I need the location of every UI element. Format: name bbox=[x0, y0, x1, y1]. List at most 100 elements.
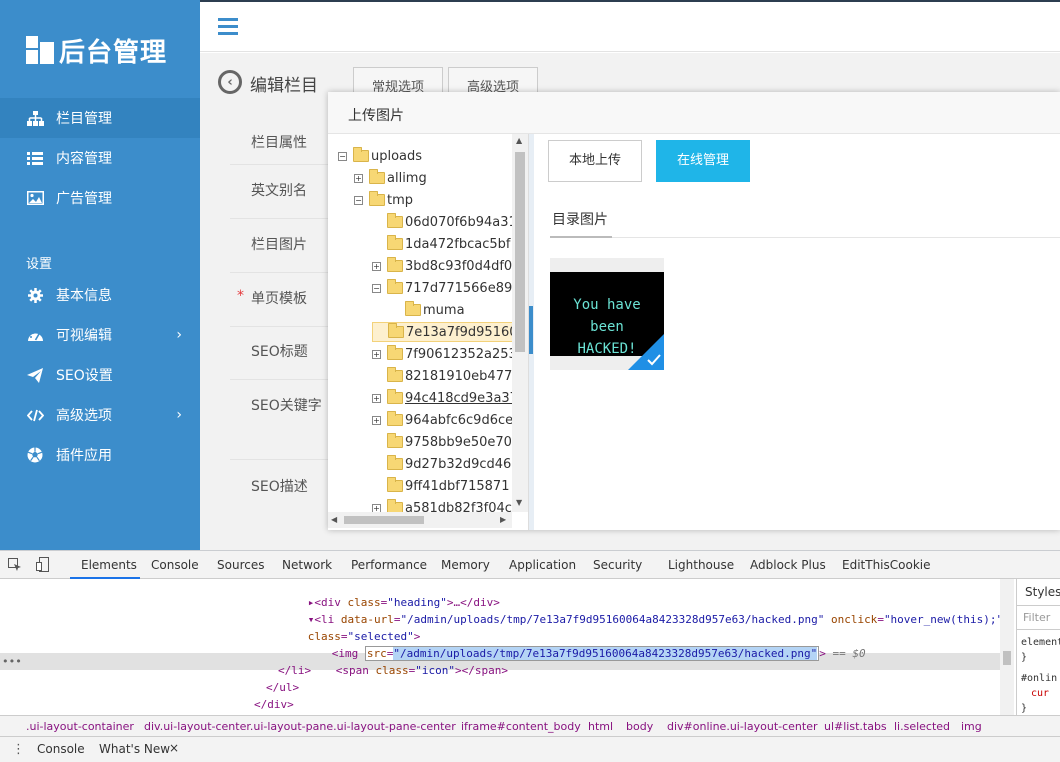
directory-images-heading: 目录图片 bbox=[552, 212, 608, 228]
breadcrumb-item[interactable]: .ui-layout-container bbox=[26, 720, 134, 733]
expand-icon[interactable]: + bbox=[372, 415, 381, 425]
sidebar-item-ad-management[interactable]: 广告管理 bbox=[0, 178, 200, 218]
expand-icon[interactable]: + bbox=[372, 261, 381, 271]
breadcrumb-item[interactable]: img bbox=[961, 720, 982, 733]
tab-whats-new[interactable]: What's New bbox=[99, 742, 170, 756]
collapse-icon[interactable]: − bbox=[372, 283, 381, 293]
scroll-right-icon[interactable]: ▶ bbox=[500, 515, 506, 524]
devtools-tab-sources[interactable]: Sources bbox=[217, 558, 264, 572]
sidebar-item-column-management[interactable]: 栏目管理 bbox=[0, 98, 200, 138]
sidebar-item-plugins[interactable]: 插件应用 bbox=[0, 435, 200, 475]
tree-node-label: 94c418cd9e3a37 bbox=[405, 390, 518, 406]
devtools-tab-lighthouse[interactable]: Lighthouse bbox=[668, 558, 734, 572]
image-icon bbox=[26, 190, 44, 206]
devtools-tab-console[interactable]: Console bbox=[151, 558, 199, 572]
expand-icon[interactable]: + bbox=[372, 393, 381, 403]
devtools-tab-adblock-plus[interactable]: Adblock Plus bbox=[750, 558, 826, 572]
breadcrumb-item[interactable]: body bbox=[626, 720, 653, 733]
local-upload-button[interactable]: 本地上传 bbox=[548, 140, 642, 182]
folder-icon bbox=[405, 301, 421, 316]
devtools-tab-network[interactable]: Network bbox=[282, 558, 332, 572]
back-arrow-icon[interactable]: ‹ bbox=[218, 70, 242, 94]
scrollbar-thumb[interactable] bbox=[344, 516, 424, 524]
tree-node[interactable]: +964abfc6c9d6ce bbox=[372, 410, 513, 430]
upload-image-modal: 上传图片 − uploads + allimg − tmp 06d070f6b94a31… bbox=[328, 92, 1060, 530]
sidebar-item-label: 栏目管理 bbox=[56, 111, 112, 127]
tree-node[interactable]: 06d070f6b94a31 bbox=[372, 212, 517, 232]
drawer-tabbar: ⋮ Console What's New × bbox=[0, 737, 1060, 762]
scrollbar-thumb[interactable] bbox=[515, 152, 525, 352]
scroll-left-icon[interactable]: ◀ bbox=[331, 515, 337, 524]
breadcrumb-item[interactable]: div.ui-layout-center.ui-layout-pane.ui-l… bbox=[144, 720, 456, 733]
elements-scrollbar[interactable] bbox=[1000, 579, 1014, 715]
sidebar: 后台管理 栏目管理 内容管理 广告管理 设置 基本信息 可视编辑 › SEO设置… bbox=[0, 0, 200, 550]
collapse-icon[interactable]: − bbox=[338, 151, 347, 161]
label-single-page-template: * 单页模板 bbox=[237, 288, 307, 307]
expand-icon[interactable]: + bbox=[354, 173, 363, 183]
sidebar-item-content-management[interactable]: 内容管理 bbox=[0, 138, 200, 178]
inspect-element-icon[interactable] bbox=[8, 558, 22, 572]
styles-filter-input[interactable]: Filter bbox=[1023, 611, 1050, 624]
dom-breadcrumb: .ui-layout-container div.ui-layout-center… bbox=[0, 715, 1060, 737]
tree-node[interactable]: + allimg bbox=[354, 168, 427, 188]
scroll-down-icon[interactable]: ▼ bbox=[516, 498, 522, 507]
sidebar-item-visual-edit[interactable]: 可视编辑 › bbox=[0, 315, 200, 355]
tree-node[interactable]: +7f90612352a253 bbox=[372, 344, 517, 364]
tree-node-label: 3bd8c93f0d4df0 bbox=[405, 258, 513, 274]
tree-node[interactable]: − 717d771566e89 bbox=[372, 278, 512, 298]
devtools-tab-performance[interactable]: Performance bbox=[351, 558, 427, 572]
online-manage-button[interactable]: 在线管理 bbox=[656, 140, 750, 182]
drawer-menu-icon[interactable]: ⋮ bbox=[12, 742, 25, 757]
breadcrumb-item[interactable]: ul#list.tabs bbox=[824, 720, 887, 733]
tree-node[interactable]: 1da472fbcac5bf bbox=[372, 234, 511, 254]
more-icon[interactable]: ••• bbox=[2, 653, 22, 670]
code-line[interactable]: <span class="icon"></span> bbox=[296, 645, 508, 696]
devtools-tab-security[interactable]: Security bbox=[593, 558, 642, 572]
code-line[interactable]: </li> bbox=[278, 662, 311, 679]
devtools-tab-elements[interactable]: Elements bbox=[81, 558, 137, 572]
divider bbox=[550, 237, 1060, 238]
tree-node[interactable]: +94c418cd9e3a37 bbox=[372, 388, 518, 408]
sidebar-item-basic-info[interactable]: 基本信息 bbox=[0, 275, 200, 315]
folder-icon bbox=[387, 213, 403, 228]
scroll-up-icon[interactable]: ▲ bbox=[516, 136, 522, 145]
breadcrumb-item[interactable]: iframe#content_body bbox=[461, 720, 581, 733]
tree-node-uploads[interactable]: − uploads bbox=[338, 146, 422, 166]
tree-node[interactable]: − tmp bbox=[354, 190, 413, 210]
devtools-tab-application[interactable]: Application bbox=[509, 558, 576, 572]
code-line[interactable]: </ul> bbox=[266, 679, 299, 696]
tree-node[interactable]: 82181910eb477 bbox=[372, 366, 512, 386]
code-line[interactable]: </div> bbox=[254, 696, 294, 713]
collapse-icon[interactable]: − bbox=[354, 195, 363, 205]
sidebar-item-seo-settings[interactable]: SEO设置 bbox=[0, 355, 200, 395]
tab-styles[interactable]: Styles bbox=[1025, 585, 1060, 599]
breadcrumb-item[interactable]: div#online.ui-layout-center bbox=[667, 720, 818, 733]
tree-node[interactable]: 7e13a7f9d95160 bbox=[372, 322, 519, 342]
tree-node[interactable]: 9ff41dbf715871 bbox=[372, 476, 509, 496]
sidebar-item-label: SEO设置 bbox=[56, 368, 113, 384]
expand-icon[interactable]: + bbox=[372, 349, 381, 359]
sidebar-item-advanced-options[interactable]: 高级选项 › bbox=[0, 395, 200, 435]
hamburger-menu-icon[interactable] bbox=[218, 18, 238, 39]
tree-node[interactable]: +3bd8c93f0d4df0 bbox=[372, 256, 512, 276]
devtools-tab-memory[interactable]: Memory bbox=[441, 558, 490, 572]
image-thumbnail[interactable]: You have been HACKED! bbox=[550, 258, 664, 370]
tree-node[interactable]: muma bbox=[390, 300, 465, 320]
tree-vertical-scrollbar[interactable]: ▲ ▼ bbox=[512, 134, 528, 512]
sitemap-icon bbox=[26, 110, 44, 126]
breadcrumb-item[interactable]: html bbox=[588, 720, 613, 733]
breadcrumb-item[interactable]: li.selected bbox=[894, 720, 950, 733]
folder-icon bbox=[353, 147, 369, 162]
tab-console-drawer[interactable]: Console bbox=[37, 742, 85, 756]
tree-node-label: 9d27b32d9cd46 bbox=[405, 456, 512, 472]
devtools-tab-editthiscookie[interactable]: EditThisCookie bbox=[842, 558, 931, 572]
tree-node-label: 1da472fbcac5bf bbox=[405, 236, 511, 252]
logo[interactable]: 后台管理 bbox=[26, 34, 167, 68]
tree-horizontal-scrollbar[interactable]: ◀ ▶ bbox=[328, 512, 512, 528]
devtools-tabbar: Elements Console Sources Network Performance… bbox=[0, 551, 1060, 579]
tree-node[interactable]: 9758bb9e50e70 bbox=[372, 432, 512, 452]
tree-node[interactable]: 9d27b32d9cd46 bbox=[372, 454, 511, 474]
device-toggle-icon[interactable] bbox=[36, 557, 50, 572]
close-icon[interactable]: × bbox=[169, 741, 179, 755]
folder-icon bbox=[387, 433, 403, 448]
